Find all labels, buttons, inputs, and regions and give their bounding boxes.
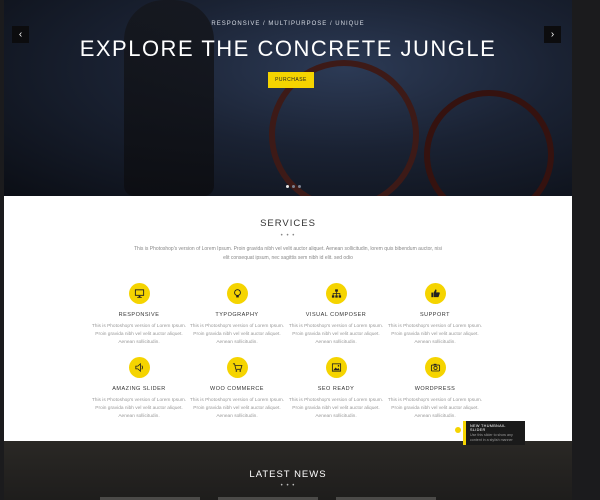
hero-tagline: Responsive / Multipurpose / Unique [211, 21, 365, 27]
camera-icon [424, 357, 446, 378]
popup-title: New Thumbnail Slider [470, 424, 506, 432]
slider-pagination [286, 185, 301, 188]
latest-news-dots: • • • [280, 483, 296, 489]
service-title: Typography [215, 312, 259, 318]
services-section: SERVICES • • • This is Photoshop's versi… [4, 196, 572, 441]
service-title: Support [420, 312, 450, 318]
service-title: Amazing Slider [112, 386, 166, 392]
service-desc: This is Photoshop's version of Lorem Ips… [387, 324, 483, 345]
service-item-woo-commerce: Woo Commerce This is Photoshop's version… [187, 357, 287, 421]
service-desc: This is Photoshop's version of Lorem Ips… [91, 324, 187, 345]
service-title: Visual Composer [305, 312, 367, 318]
hero-background-figure [124, 0, 214, 196]
latest-news-section: LATEST NEWS • • • [4, 441, 572, 500]
services-intro: This is Photoshop's version of Lorem Ips… [133, 246, 443, 261]
popup-indicator-icon[interactable] [455, 427, 461, 433]
hero-headline: EXPLORE THE CONCRETE JUNGLE [79, 36, 497, 61]
service-desc: This is Photoshop's version of Lorem Ips… [387, 398, 483, 419]
service-item-visual-composer: Visual Composer This is Photoshop's vers… [286, 283, 386, 347]
service-item-wordpress: Wordpress This is Photoshop's version of… [385, 357, 485, 421]
services-title: SERVICES [260, 218, 316, 229]
service-title: Woo Commerce [210, 386, 264, 392]
service-item-typography: Typography This is Photoshop's version o… [187, 283, 287, 347]
sitemap-icon [325, 283, 347, 304]
service-title: SEO Ready [317, 386, 355, 392]
service-item-responsive: Responsive This is Photoshop's version o… [89, 283, 189, 347]
service-desc: This is Photoshop's version of Lorem Ips… [288, 324, 384, 345]
latest-news-title: LATEST NEWS [249, 469, 327, 480]
service-desc: This is Photoshop's version of Lorem Ips… [288, 398, 384, 419]
service-item-support: Support This is Photoshop's version of L… [385, 283, 485, 347]
slider-dot[interactable] [298, 185, 301, 188]
monitor-icon [128, 283, 150, 304]
lightbulb-icon [226, 283, 248, 304]
service-item-amazing-slider: Amazing Slider This is Photoshop's versi… [89, 357, 189, 421]
service-desc: This is Photoshop's version of Lorem Ips… [189, 324, 285, 345]
service-title: Responsive [118, 312, 160, 318]
speaker-icon [128, 357, 150, 378]
service-desc: This is Photoshop's version of Lorem Ips… [91, 398, 187, 419]
slider-dot[interactable] [292, 185, 295, 188]
image-icon [325, 357, 347, 378]
hero-background-wheel [424, 90, 554, 196]
thumbnail-slider-popup[interactable]: New Thumbnail Slider Use this slider to … [463, 421, 525, 445]
purchase-button[interactable]: Purchase [268, 72, 314, 88]
hero-slider: ‹ › Responsive / Multipurpose / Unique E… [4, 0, 572, 196]
service-desc: This is Photoshop's version of Lorem Ips… [189, 398, 285, 419]
services-title-dots: • • • [280, 233, 296, 239]
slider-dot[interactable] [286, 185, 289, 188]
service-item-seo-ready: SEO Ready This is Photoshop's version of… [286, 357, 386, 421]
service-title: Wordpress [414, 386, 456, 392]
cart-icon [226, 357, 248, 378]
thumbs-up-icon [424, 283, 446, 304]
popup-text: Use this slider to show any content in a… [470, 433, 513, 442]
